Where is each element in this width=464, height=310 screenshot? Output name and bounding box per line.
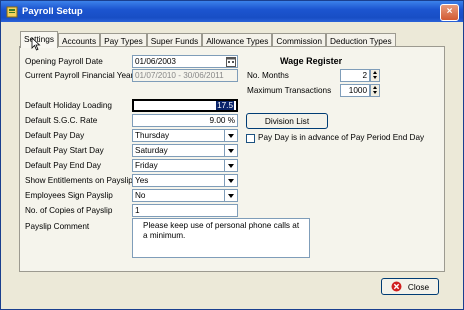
- months-label: No. Months: [247, 71, 289, 80]
- holiday-loading-label: Default Holiday Loading: [25, 101, 112, 110]
- entitlements-select[interactable]: Yes: [132, 174, 238, 187]
- chevron-down-icon[interactable]: [224, 160, 237, 171]
- opening-date-field[interactable]: 01/06/2003: [132, 55, 238, 68]
- tab-strip: Settings Accounts Pay Types Super Funds …: [20, 31, 396, 48]
- payroll-setup-window: Payroll Setup × Settings Accounts Pay Ty…: [0, 0, 464, 310]
- chevron-down-icon[interactable]: [224, 175, 237, 186]
- sign-payslip-select[interactable]: No: [132, 189, 238, 202]
- close-button[interactable]: Close: [381, 278, 439, 295]
- spin-down-icon: [373, 76, 377, 79]
- wage-register-title: Wage Register: [280, 56, 343, 66]
- financial-year-label: Current Payroll Financial Year: [25, 71, 134, 80]
- holiday-loading-field[interactable]: 17.5: [132, 99, 238, 112]
- division-list-button[interactable]: Division List: [246, 113, 328, 129]
- comment-label: Payslip Comment: [25, 222, 90, 231]
- spin-up-icon: [373, 71, 377, 74]
- spin-up-icon: [373, 86, 377, 89]
- title-bar: Payroll Setup ×: [1, 1, 463, 22]
- copies-field[interactable]: 1: [132, 204, 238, 217]
- pay-day-label: Default Pay Day: [25, 131, 85, 140]
- max-transactions-field[interactable]: 1000: [340, 84, 370, 97]
- chevron-down-icon[interactable]: [224, 145, 237, 156]
- sgc-rate-label: Default S.G.C. Rate: [25, 116, 98, 125]
- entitlements-label: Show Entitlements on Payslip: [25, 176, 133, 185]
- pay-advance-label: Pay Day is in advance of Pay Period End …: [258, 133, 425, 142]
- pay-advance-checkbox[interactable]: [246, 134, 255, 143]
- max-transactions-label: Maximum Transactions: [247, 86, 332, 95]
- opening-date-label: Opening Payroll Date: [25, 57, 103, 66]
- pay-end-label: Default Pay End Day: [25, 161, 102, 170]
- comment-field[interactable]: Please keep use of personal phone calls …: [132, 218, 310, 258]
- financial-year-field: 01/07/2010 - 30/06/2011: [132, 69, 238, 82]
- spin-down-icon: [373, 91, 377, 94]
- calendar-icon[interactable]: [226, 56, 236, 67]
- app-icon: [6, 6, 18, 17]
- close-button-label: Close: [407, 281, 430, 292]
- copies-label: No. of Copies of Payslip: [25, 206, 113, 215]
- pay-start-select[interactable]: Saturday: [132, 144, 238, 157]
- max-transactions-spinner[interactable]: [370, 84, 380, 97]
- chevron-down-icon[interactable]: [224, 190, 237, 201]
- window-close-button[interactable]: ×: [440, 4, 459, 21]
- pay-day-select[interactable]: Thursday: [132, 129, 238, 142]
- months-field[interactable]: 2: [340, 69, 370, 82]
- window-title: Payroll Setup: [22, 6, 83, 17]
- sgc-rate-field[interactable]: 9.00 %: [132, 114, 238, 127]
- pay-end-select[interactable]: Friday: [132, 159, 238, 172]
- months-spinner[interactable]: [370, 69, 380, 82]
- settings-panel: Opening Payroll Date 01/06/2003 Current …: [19, 46, 445, 272]
- mouse-cursor-icon: [31, 37, 41, 51]
- chevron-down-icon[interactable]: [224, 130, 237, 141]
- pay-start-label: Default Pay Start Day: [25, 146, 104, 155]
- sign-payslip-label: Employees Sign Payslip: [25, 191, 113, 200]
- close-circle-icon: [391, 281, 402, 292]
